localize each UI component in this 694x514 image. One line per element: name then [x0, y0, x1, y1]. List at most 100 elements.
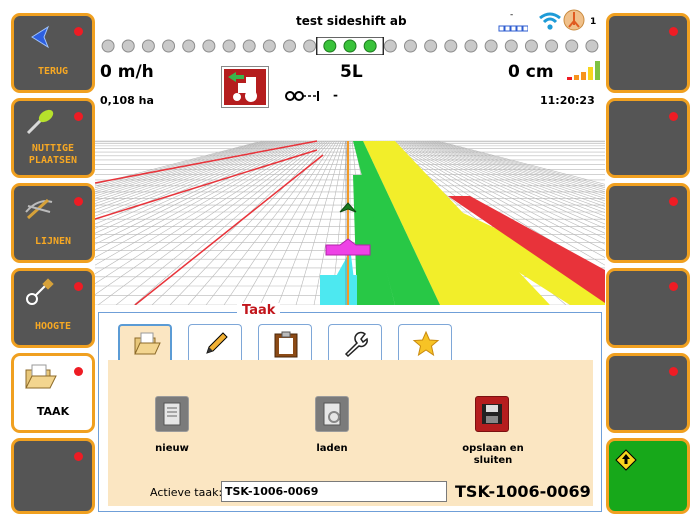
lightbar-dot: [464, 39, 478, 53]
implement-icon: [285, 91, 319, 101]
screen: TERUG NUTTIGE PLAATSEN LIJNEN HOOGTE TAA…: [0, 0, 694, 514]
star-icon: [412, 330, 440, 357]
new-task-button[interactable]: [155, 396, 189, 432]
page-title: test sideshift ab: [296, 14, 407, 28]
task-button-label: TAAK: [36, 405, 70, 418]
active-task-display: TSK-1006-0069: [455, 482, 591, 501]
lightbar-dot: [565, 39, 579, 53]
save-close-label: opslaan en sluiten: [462, 443, 524, 466]
right-button-4[interactable]: [606, 268, 690, 348]
signal-dash: -: [510, 10, 514, 20]
engage-button[interactable]: [606, 438, 690, 514]
tab-settings[interactable]: [328, 324, 382, 362]
lightbar-dot-active: [343, 39, 357, 53]
lightbar-dot: [403, 39, 417, 53]
status-led: [74, 27, 83, 36]
lightbar-dot: [504, 39, 518, 53]
folder-icon: [25, 364, 57, 389]
offset-readout: 0 cm: [508, 62, 554, 82]
lightbar-dot: [585, 39, 599, 53]
lightbar-dot: [101, 39, 115, 53]
status-led: [669, 112, 678, 121]
tab-clipboard[interactable]: [258, 324, 312, 362]
lightbar-dot: [162, 39, 176, 53]
lightbar-dot: [222, 39, 236, 53]
lines-button[interactable]: LIJNEN: [11, 183, 95, 263]
status-led: [74, 367, 83, 376]
active-task-label: Actieve taak:: [150, 486, 223, 499]
right-button-5[interactable]: [606, 353, 690, 433]
back-button[interactable]: TERUG: [11, 13, 95, 93]
status-led: [669, 197, 678, 206]
lightbar-dot: [424, 39, 438, 53]
wrench-icon: [344, 331, 368, 358]
right-button-1[interactable]: [606, 13, 690, 93]
tractor-indicator[interactable]: [221, 66, 269, 108]
pencil-icon: [206, 332, 228, 354]
satellite-count: 1: [590, 17, 597, 27]
signal-indicator: -: [498, 10, 528, 34]
signal-bars-icon: [498, 25, 528, 32]
area-readout: 0,108 ha: [100, 94, 154, 107]
load-task-button[interactable]: [315, 396, 349, 432]
height-icon: [26, 278, 54, 305]
lightbar-dot: [141, 39, 155, 53]
speed-readout: 0 m/h: [100, 62, 154, 82]
tab-task-file[interactable]: [118, 324, 172, 362]
height-label: HOOGTE: [34, 321, 72, 332]
status-led: [74, 112, 83, 121]
open-document-icon: [323, 402, 341, 426]
lines-icon: [25, 198, 53, 220]
lightbar-dot-active: [323, 39, 337, 53]
wifi-icon: [539, 12, 561, 30]
back-arrow-icon: [31, 25, 50, 49]
lightbar-dot: [242, 39, 256, 53]
lightbar-dot: [484, 39, 498, 53]
tab-edit[interactable]: [188, 324, 242, 362]
lightbar-dot: [524, 39, 538, 53]
tab-favorites[interactable]: [398, 324, 452, 362]
lightbar-dot: [283, 39, 297, 53]
status-led: [74, 282, 83, 291]
status-led: [669, 282, 678, 291]
new-task-label: nieuw: [155, 443, 189, 454]
right-button-2[interactable]: [606, 98, 690, 178]
offset-bars-icon: [567, 61, 600, 80]
new-document-icon: [163, 402, 181, 426]
lightbar-dot: [262, 39, 276, 53]
height-button[interactable]: HOOGTE: [11, 268, 95, 348]
lightbar: [101, 37, 599, 55]
lightbar-dot: [121, 39, 135, 53]
field-map: [95, 115, 605, 305]
save-disk-icon: [482, 404, 502, 424]
status-led: [669, 27, 678, 36]
load-task-label: laden: [316, 443, 348, 454]
empty-left-button[interactable]: [11, 438, 95, 514]
tractor-icon: [228, 72, 257, 102]
lightbar-dot: [444, 39, 458, 53]
up-arrow-diamond-icon: [615, 449, 637, 471]
save-close-button[interactable]: [475, 396, 509, 432]
lightbar-dot: [545, 39, 559, 53]
clock: 11:20:23: [540, 94, 595, 107]
satellite-icon: [563, 9, 585, 31]
lightbar-dot: [182, 39, 196, 53]
marker-pin-icon: [26, 109, 54, 135]
line-name: 5L: [340, 62, 363, 82]
task-panel-title: Taak: [237, 303, 281, 318]
status-led: [74, 452, 83, 461]
useful-places-button[interactable]: NUTTIGE PLAATSEN: [11, 98, 95, 178]
clipboard-icon: [274, 331, 298, 358]
lightbar-dot-active: [363, 39, 377, 53]
right-button-3[interactable]: [606, 183, 690, 263]
status-led: [74, 197, 83, 206]
back-button-label: TERUG: [37, 66, 69, 77]
active-task-field[interactable]: TSK-1006-0069: [221, 481, 447, 502]
folder-icon: [134, 332, 161, 355]
lightbar-dot: [303, 39, 317, 53]
lightbar-dot: [202, 39, 216, 53]
status-led: [669, 367, 678, 376]
task-button[interactable]: TAAK: [11, 353, 95, 433]
lightbar-dot: [383, 39, 397, 53]
lines-label: LIJNEN: [34, 236, 72, 247]
